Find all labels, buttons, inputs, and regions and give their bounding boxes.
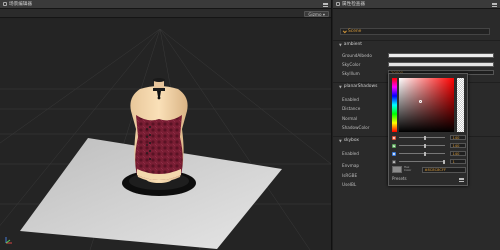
enabled-skybox-label: Enabled	[342, 151, 359, 156]
gizmo-dropdown[interactable]: Gizmo ▾	[304, 10, 329, 17]
green-input[interactable]: 140	[450, 143, 466, 148]
axis-gizmo-icon	[4, 235, 14, 247]
check-icon[interactable]	[342, 29, 347, 34]
alpha-slider-knob[interactable]	[443, 159, 445, 164]
enabled-shadows-label: Enabled	[342, 97, 359, 102]
menu-icon[interactable]	[323, 2, 328, 7]
presets-label: Presets	[392, 176, 407, 181]
normal-label: Normal	[342, 116, 358, 121]
blue-input[interactable]: 140	[450, 151, 466, 156]
ground-albedo-label: GroundAlbedo	[342, 53, 372, 58]
color-picker-popup: R 140 G 140 B 140 A 1 Hex Color #8C8C8CF…	[388, 73, 468, 186]
section-planar-shadows-title: planarShadows	[343, 84, 378, 89]
alpha-channel-row: A 1	[392, 159, 466, 164]
hex-caption-line-2: Color	[404, 168, 412, 173]
green-channel-row: G 140	[392, 143, 466, 148]
ground-albedo-swatch[interactable]	[388, 53, 494, 58]
shadow-color-label: ShadowColor	[342, 125, 370, 130]
red-channel-row: R 140	[392, 135, 466, 140]
red-input[interactable]: 140	[450, 135, 466, 140]
green-channel-icon: G	[392, 143, 396, 148]
hex-caption: Hex Color	[404, 165, 412, 173]
blue-slider-knob[interactable]	[424, 151, 426, 156]
inspector-tab-label: 属性检查器	[342, 2, 365, 7]
menu-icon[interactable]	[492, 2, 497, 7]
section-ambient[interactable]: ▼ ambient	[333, 40, 500, 48]
blue-channel-icon: B	[392, 151, 396, 156]
sky-color-label: SkyColor	[342, 62, 361, 67]
color-preview-swatch	[392, 166, 402, 173]
alpha-input[interactable]: 1	[450, 159, 466, 164]
red-slider-knob[interactable]	[424, 135, 426, 140]
is-rgbe-label: IsRGBE	[342, 173, 358, 178]
scene-editor-icon	[3, 2, 7, 6]
blue-slider[interactable]	[399, 151, 445, 156]
hue-slider[interactable]	[392, 78, 397, 132]
hex-row: Hex Color #8C8C8CFF	[392, 165, 466, 173]
scene-viewport[interactable]	[0, 19, 331, 250]
inspector-icon	[336, 2, 340, 6]
alpha-channel-icon: A	[392, 159, 396, 164]
inspector-header: 属性检查器	[333, 0, 500, 9]
scene-tab-label: 场景编辑器	[9, 2, 32, 7]
hex-input[interactable]: #8C8C8CFF	[422, 166, 466, 173]
scene-panel-header: 场景编辑器	[0, 0, 331, 9]
tab-inspector[interactable]: 属性检查器	[336, 1, 365, 7]
alpha-slider[interactable]	[457, 78, 464, 132]
red-channel-icon: R	[392, 135, 396, 140]
scene-panel: 场景编辑器 Gizmo ▾	[0, 0, 332, 250]
chevron-down-icon: ▼	[339, 42, 342, 47]
node-name-value: Scene	[348, 29, 362, 34]
envmap-label: Envmap	[342, 163, 360, 168]
sky-color-swatch[interactable]	[388, 62, 494, 67]
use-ibl-label: UseIBL	[342, 182, 357, 187]
distance-label: Distance	[342, 106, 361, 111]
chevron-down-icon: ▼	[339, 138, 342, 143]
sv-cursor[interactable]	[419, 100, 422, 103]
blue-channel-row: B 140	[392, 151, 466, 156]
section-skybox-title: skybox	[343, 138, 359, 143]
scene-toolbar: Gizmo ▾	[0, 9, 331, 18]
sky-illum-label: SkyIllum	[342, 71, 360, 76]
presets-menu-icon[interactable]	[459, 177, 464, 182]
green-slider-knob[interactable]	[424, 143, 426, 148]
alpha-channel-slider[interactable]	[399, 159, 445, 164]
node-name-field[interactable]: Scene	[340, 28, 490, 35]
red-slider[interactable]	[399, 135, 445, 140]
chevron-down-icon: ▼	[339, 84, 342, 89]
tab-scene-editor[interactable]: 场景编辑器	[3, 1, 32, 7]
green-slider[interactable]	[399, 143, 445, 148]
section-ambient-title: ambient	[343, 42, 362, 47]
saturation-value-area[interactable]	[399, 78, 454, 132]
scene-view-render	[0, 19, 331, 250]
